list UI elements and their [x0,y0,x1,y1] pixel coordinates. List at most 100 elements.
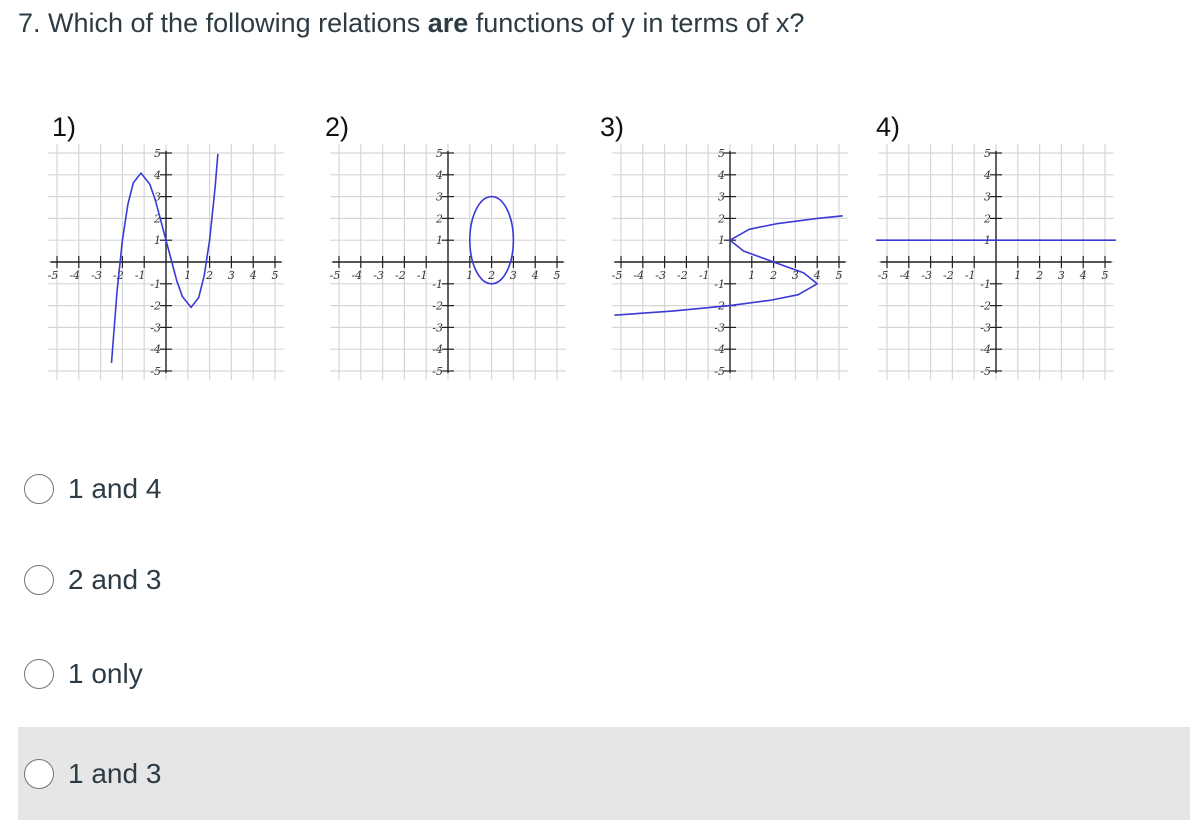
x-tick-label: 5 [836,269,843,282]
y-tick-label: 5 [718,147,725,160]
question-emphasis: are [427,8,469,38]
y-tick-label: -4 [980,343,991,356]
graph-label-4: 4) [876,112,901,142]
y-tick-label: 4 [983,169,991,182]
option-label: 1 only [68,657,143,689]
y-tick-label: 2 [983,212,991,225]
x-tick-label: 3 [510,269,517,282]
option-1-and-4[interactable]: 1 and 4 [18,442,1190,535]
y-tick-label: 1 [436,234,443,247]
x-tick-label: 1 [1014,269,1021,282]
option-1-only[interactable]: 1 only [18,627,1190,720]
y-tick-label: 4 [435,169,443,182]
x-tick-label: -4 [633,269,644,282]
y-tick-label: -3 [432,321,443,334]
x-tick-label: -2 [677,269,688,282]
y-tick-label: 1 [718,234,725,247]
y-tick-label: 5 [154,147,161,160]
question-suffix: functions of y in terms of x? [468,8,805,38]
y-tick-label: 5 [436,147,443,160]
y-tick-label: 5 [984,147,991,160]
y-tick-label: -5 [980,365,991,378]
y-tick-label: -2 [980,300,991,313]
x-tick-label: -5 [612,269,623,282]
y-tick-label: -1 [150,278,161,291]
x-tick-label: -1 [965,269,976,282]
x-tick-label: -4 [69,269,80,282]
y-tick-label: -3 [980,321,991,334]
x-tick-label: 2 [769,269,777,282]
graph-3: -5 -4 -3 -2 -1 1 2 3 4 5-5-4-3-2-112345 [612,144,848,380]
y-tick-label: -2 [150,300,161,313]
x-tick-label: -4 [351,269,362,282]
x-tick-label: 4 [813,269,821,282]
graph-label-1: 1) [52,112,77,142]
x-tick-label: 2 [487,269,495,282]
y-tick-label: -5 [150,365,161,378]
radio-button[interactable] [24,473,54,504]
curve [614,214,843,316]
x-tick-label: -3 [373,269,384,282]
x-tick-label: 5 [1102,269,1109,282]
radio-button[interactable] [24,758,54,789]
x-tick-label: 1 [466,269,473,282]
x-tick-label: -4 [899,269,910,282]
y-tick-label: 4 [153,169,161,182]
x-tick-label: -5 [48,269,59,282]
x-tick-label: 3 [1058,269,1065,282]
x-tick-label: -1 [417,269,428,282]
x-tick-label: 3 [228,269,235,282]
x-tick-label: -3 [91,269,102,282]
radio-button[interactable] [24,564,54,595]
x-tick-label: 2 [205,269,213,282]
y-tick-label: 1 [154,234,161,247]
option-label: 1 and 4 [68,472,162,504]
y-tick-label: -3 [150,321,161,334]
y-tick-label: -2 [432,300,443,313]
y-tick-label: 4 [717,169,725,182]
option-label: 2 and 3 [68,563,162,595]
x-tick-label: -3 [655,269,666,282]
x-tick-label: -1 [699,269,710,282]
y-tick-label: 3 [718,191,725,204]
y-tick-label: 2 [717,212,725,225]
x-tick-label: -5 [330,269,341,282]
x-tick-label: 5 [272,269,279,282]
x-tick-label: 4 [1079,269,1087,282]
y-tick-label: -5 [432,365,443,378]
x-tick-label: -5 [878,269,889,282]
x-tick-label: -1 [135,269,146,282]
y-tick-label: -4 [432,343,443,356]
x-tick-label: 4 [249,269,257,282]
graph-label-3: 3) [600,112,625,142]
y-tick-label: -4 [150,343,161,356]
y-tick-label: -1 [714,278,725,291]
x-tick-label: 1 [184,269,191,282]
y-tick-label: -1 [432,278,443,291]
option-1-and-3[interactable]: 1 and 3 [18,727,1190,820]
y-tick-label: -3 [714,321,725,334]
graph-2: -5 -4 -3 -2 -1 1 2 3 4 5 -5 -4 -3 -2 -1 1 2 3 4 5 [330,144,566,380]
y-tick-label: 2 [435,212,443,225]
graph-label-2: 2) [325,112,350,142]
x-tick-label: 2 [1035,269,1043,282]
x-tick-label: -3 [921,269,932,282]
x-tick-label: -2 [943,269,954,282]
x-tick-label: 4 [531,269,539,282]
y-tick-label: -5 [714,365,725,378]
y-tick-label: 3 [984,191,991,204]
x-tick-label: 1 [748,269,755,282]
y-tick-label: -1 [980,278,991,291]
radio-button[interactable] [24,658,54,689]
y-tick-label: 3 [436,191,443,204]
option-2-and-3[interactable]: 2 and 3 [18,533,1190,626]
option-label: 1 and 3 [68,757,162,789]
graph-4: -5 -4 -3 -2 -1 1 2 3 4 5-5-4-3-2-112345 [876,144,1116,380]
y-tick-label: -4 [714,343,725,356]
question-text: 7. Which of the following relations are … [18,8,804,39]
x-tick-label: 5 [554,269,561,282]
graph-1: -5 -4 -3 -2 -1 1 2 3 4 5-5-4-3-2-112345 [48,144,284,380]
curve [110,153,219,363]
x-tick-label: -2 [395,269,406,282]
question-prefix: 7. Which of the following relations [18,8,428,38]
